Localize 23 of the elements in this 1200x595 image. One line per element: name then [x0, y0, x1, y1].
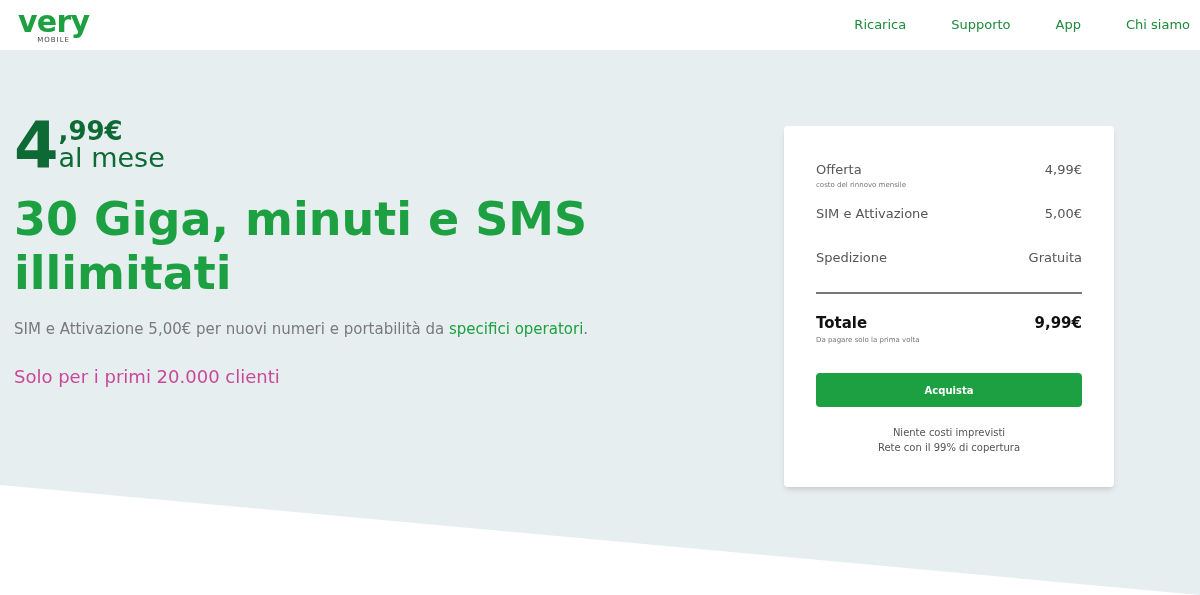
price-period: al mese [58, 144, 165, 172]
total-label: Totale [816, 313, 869, 334]
benefit-text: Niente costi imprevisti [892, 426, 1006, 440]
summary-value: Gratuita [1028, 249, 1082, 267]
price-integer: 4 [14, 120, 59, 172]
nav-link[interactable]: Supporto [951, 15, 1011, 35]
summary-label: SIM e Attivazione [816, 205, 929, 223]
operators-link[interactable]: specifici operatori [449, 320, 584, 338]
nav-link[interactable]: Chi siamo [1125, 15, 1190, 35]
benefit-text: Rete con il 99% di copertura [877, 441, 1021, 455]
nav-link[interactable]: App [1055, 15, 1081, 35]
nav-link[interactable]: Ricarica [854, 15, 907, 35]
price-decimals: ,99€ [58, 118, 124, 144]
headline: 30 Giga, minuti e SMS illimitati [14, 192, 589, 300]
offer-note: SIM e Attivazione 5,00€ per nuovi numeri e portabilità da specifici operatori. [14, 319, 590, 340]
summary-value: 4,99€ [1044, 161, 1082, 179]
summary-label: Spedizione [816, 249, 887, 267]
logo[interactable]: very [18, 6, 90, 37]
total-value: 9,99€ [1034, 313, 1082, 334]
summary-label: Offerta [816, 161, 863, 179]
summary-value: 5,00€ [1044, 205, 1082, 223]
promo-text: Solo per i primi 20.000 clienti [14, 364, 281, 389]
buy-button[interactable]: Acquista [816, 373, 1082, 407]
